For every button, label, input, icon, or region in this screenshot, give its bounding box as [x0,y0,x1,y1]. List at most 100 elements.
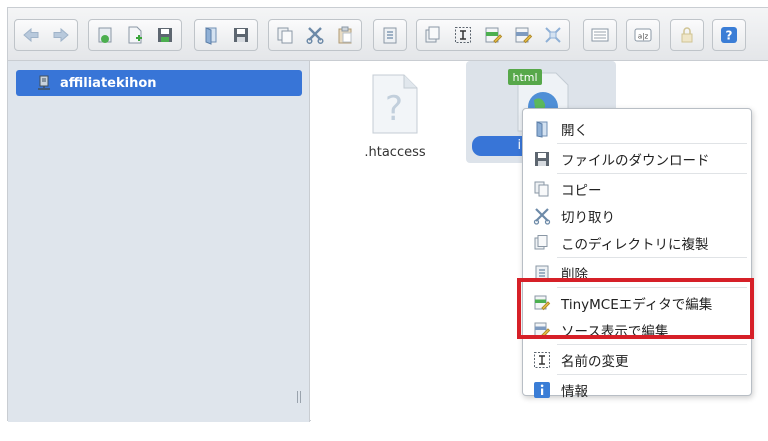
menu-item-label: 切り取り [561,209,615,226]
new-file-button[interactable] [122,22,148,48]
svg-text:?: ? [726,29,733,43]
sort-icon: a|z [634,28,652,42]
file-name: .htaccess [364,145,426,160]
toolbar-group-sort: a|z [626,19,660,51]
tree-item-affiliatekihon[interactable]: affiliatekihon [16,70,302,96]
menu-separator [557,287,747,288]
menu-item-label: コピー [561,182,602,199]
forward-icon [53,27,69,43]
menu-item-duplicate[interactable]: このディレクトリに複製 [523,229,751,256]
menu-item-rename[interactable]: 名前の変更 [523,346,751,373]
menu-separator [557,374,747,375]
menu-separator [557,257,747,258]
menu-item-copy[interactable]: コピー [523,175,751,202]
copy-icon [277,27,293,44]
toolbar: a|z ? [8,8,768,61]
duplicate-icon [534,234,548,249]
home-button[interactable] [92,22,118,48]
menu-separator [557,143,747,144]
menu-item-label: 名前の変更 [561,353,629,370]
directory-tree: affiliatekihon [8,61,310,422]
lock-button[interactable] [674,22,700,48]
toolbar-group-help: ? [712,19,746,51]
cut-icon [306,27,324,45]
view-button[interactable] [587,22,613,48]
cut-icon [533,207,551,225]
context-menu: 開く ファイルのダウンロード コピー 切り取り このディレクトリに複製 削除 T… [522,108,752,400]
paste-button[interactable] [332,22,358,48]
open-icon [205,27,217,45]
toolbar-group-edit [416,19,570,51]
toolbar-group-clipboard [268,19,362,51]
new-file-icon [128,26,142,44]
open-icon [536,120,548,138]
menu-item-open[interactable]: 開く [523,115,751,142]
resize-icon [545,27,561,43]
menu-item-delete[interactable]: 削除 [523,259,751,286]
edit-icon [485,27,503,44]
rename-button[interactable] [450,22,476,48]
resize-button[interactable] [540,22,566,48]
edit-icon [534,295,551,310]
unknown-file-icon: ? [372,74,418,134]
menu-item-label: 情報 [561,383,588,400]
download-icon [234,28,248,42]
save-icon [158,28,172,42]
menu-item-download[interactable]: ファイルのダウンロード [523,145,751,172]
forward-button[interactable] [48,22,74,48]
html-badge-text: html [512,71,537,84]
menu-item-label: ソース表示で編集 [561,323,669,340]
sort-button[interactable]: a|z [630,22,656,48]
menu-separator [557,173,747,174]
toolbar-group-open [194,19,258,51]
help-button[interactable]: ? [716,22,742,48]
delete-icon [383,27,397,44]
edit-source-icon [515,27,533,44]
svg-text:?: ? [385,89,403,129]
lock-icon [681,27,693,43]
rename-icon [534,351,550,368]
copy-button[interactable] [272,22,298,48]
toolbar-group-file [88,19,182,51]
delete-icon [535,265,549,280]
tree-item-label: affiliatekihon [60,75,157,91]
paste-icon [338,26,352,44]
file-item-htaccess[interactable]: ? .htaccess [340,69,450,169]
edit-source-button[interactable] [510,22,536,48]
back-button[interactable] [18,22,44,48]
view-icon [591,28,609,42]
toolbar-group-navigation [14,19,78,51]
menu-item-edit-tinymce[interactable]: TinyMCEエディタで編集 [523,289,751,316]
home-icon [98,27,112,43]
toolbar-group-view [583,19,617,51]
toolbar-group-lock [670,19,704,51]
menu-item-label: TinyMCEエディタで編集 [561,296,713,313]
menu-item-label: ファイルのダウンロード [561,152,710,169]
info-icon [534,381,550,398]
back-icon [23,27,39,43]
rename-icon [455,27,471,43]
copy-icon [534,181,549,196]
resize-grip[interactable] [297,391,301,403]
edit-source-icon [534,322,551,337]
menu-item-label: このディレクトリに複製 [561,236,709,253]
save-button[interactable] [152,22,178,48]
edit-button[interactable] [480,22,506,48]
download-icon [535,151,549,166]
download-button[interactable] [228,22,254,48]
server-icon [38,75,50,90]
delete-button[interactable] [377,22,403,48]
menu-separator [557,344,747,345]
cut-button[interactable] [302,22,328,48]
menu-item-cut[interactable]: 切り取り [523,202,751,229]
menu-item-edit-source[interactable]: ソース表示で編集 [523,316,751,343]
menu-item-label: 開く [561,122,588,139]
open-button[interactable] [198,22,224,48]
duplicate-button[interactable] [420,22,446,48]
menu-item-label: 削除 [561,266,588,283]
duplicate-icon [425,26,440,43]
help-icon: ? [721,27,737,43]
svg-text:a|z: a|z [638,33,649,41]
toolbar-group-delete [373,19,407,51]
menu-item-info[interactable]: 情報 [523,376,751,403]
